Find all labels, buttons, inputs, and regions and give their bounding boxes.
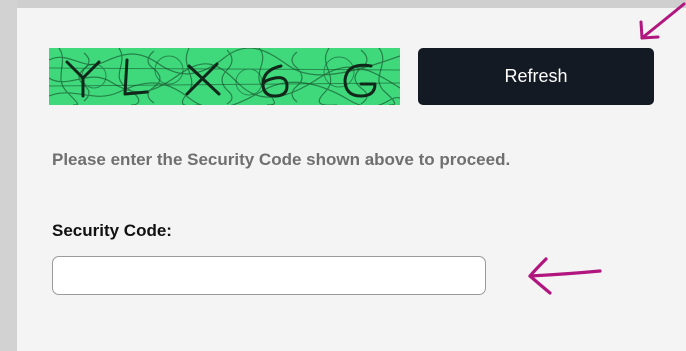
window-top-edge — [0, 0, 686, 8]
arrow-icon — [639, 2, 686, 40]
instruction-text: Please enter the Security Code shown abo… — [52, 150, 511, 169]
security-code-input[interactable] — [52, 256, 486, 295]
security-code-label: Security Code: — [52, 221, 172, 240]
arrow-icon — [528, 257, 602, 295]
refresh-button[interactable]: Refresh — [418, 48, 654, 105]
captcha-graphic — [49, 48, 400, 105]
captcha-image — [49, 48, 400, 105]
window-left-edge — [0, 0, 17, 351]
